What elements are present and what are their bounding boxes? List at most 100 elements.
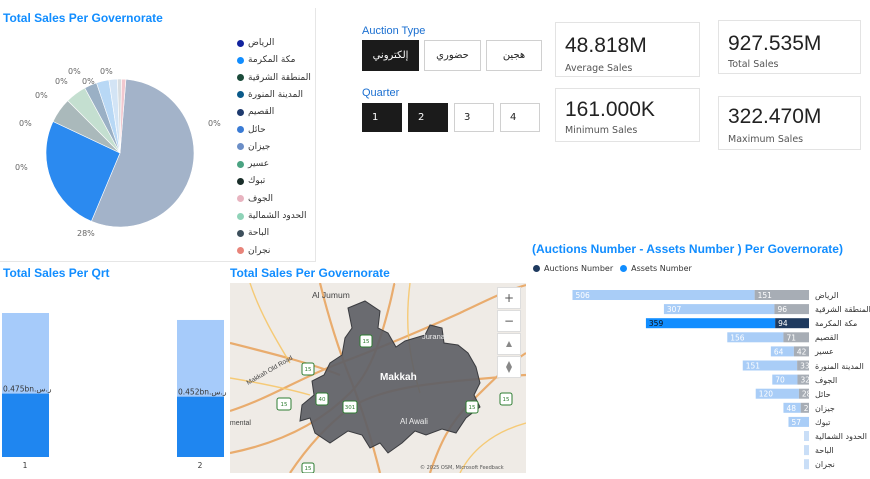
legend-dot-icon (237, 126, 244, 133)
auctions-bar-label: 96 (777, 305, 787, 314)
qrt-chart-title: Total Sales Per Qrt (3, 266, 110, 280)
pie-legend-item[interactable]: الرياض (237, 36, 274, 50)
bar-category-label: المنطقة الشرقية (815, 305, 870, 315)
bar-category-label: مكة المكرمة (815, 319, 858, 329)
map-title: Total Sales Per Governorate (230, 266, 390, 280)
pie-legend-label: الباحة (248, 228, 270, 239)
maximum-sales-label: Maximum Sales (728, 134, 804, 145)
pie-legend-item[interactable]: الباحة (237, 226, 269, 240)
quarter-option-3[interactable]: 3 (454, 103, 494, 132)
pie-legend-item[interactable]: مكة المكرمة (237, 53, 296, 67)
pie-legend-item[interactable]: نجران (237, 244, 270, 258)
pie-legend-label: الحدود الشمالية (248, 211, 307, 221)
map-panel[interactable]: 15 15 40 15 301 15 15 15 Al Jumum Makkah… (230, 283, 526, 473)
pie-legend-item[interactable]: الحدود الشمالية (237, 209, 307, 223)
auctions-bar-label: 23 (804, 404, 814, 413)
maximum-sales-card: 322.470M Maximum Sales (718, 96, 861, 150)
pie-pct-label: 0% (15, 163, 28, 172)
auctions-bar-label: 94 (778, 319, 788, 328)
tilt-icon[interactable] (497, 333, 521, 355)
pie-pct-label: 0% (19, 119, 32, 128)
pie-legend-label: الرياض (248, 38, 275, 48)
place-mental: nmental (230, 420, 251, 427)
auctions-bar-label: 28 (802, 390, 812, 399)
assets-bar-label: 57 (791, 418, 801, 427)
pie-legend-item[interactable]: عسير (237, 157, 269, 171)
assets-bar-label: 64 (774, 347, 784, 356)
qrt-bar-value-label: 0.452bn.ر.س (178, 388, 227, 397)
pie-legend-item[interactable]: تبوك (237, 174, 265, 188)
legend-dot-icon (237, 91, 244, 99)
pie-chart-panel: Total Sales Per Governorate 0% 0% 0% 0% 0% 0%… (0, 8, 316, 262)
pie-legend-item[interactable]: المنطقة الشرقية (237, 71, 311, 85)
pie-legend-label: عسير (248, 159, 270, 170)
place-old-road: Makkah Old Road (246, 354, 295, 386)
pie-legend-item[interactable]: جيزان (237, 140, 270, 154)
legend-dot-icon (237, 229, 244, 237)
quarter-option-2[interactable]: 2 (408, 103, 448, 132)
qrt-bar-value-label: 0.475bn.ر.س (3, 385, 52, 394)
pie-legend-label: القصيم (248, 107, 275, 118)
auctions-bar-label: 151 (758, 291, 773, 300)
qrt-bar-chart: 0.475bn.ر.س 1 0.452bn.ر.س 2 (2, 313, 227, 470)
bar-category-label: الحدود الشمالية (815, 432, 867, 441)
assets-bar[interactable] (572, 290, 755, 300)
quarter-option-4[interactable]: 4 (500, 103, 540, 132)
pie-legend-label: تبوك (248, 176, 266, 187)
empty-bar[interactable] (804, 445, 809, 456)
pie-legend-label: مكة المكرمة (248, 55, 296, 66)
minimum-sales-card: 161.000K Minimum Sales (555, 88, 700, 142)
pie-pct-label: 0% (82, 77, 95, 86)
pie-pct-label: 0% (208, 119, 221, 128)
bar-category-label: جيزان (815, 403, 835, 413)
bar-category-label: نجران (815, 460, 835, 470)
pie-pct-label: 28% (77, 229, 95, 238)
auctions-bar-label: 42 (797, 347, 807, 356)
assets-bar[interactable] (645, 318, 776, 329)
svg-text:15: 15 (305, 466, 312, 472)
place-makkah: Makkah (380, 372, 417, 383)
legend-dot-icon (237, 56, 244, 64)
quarter-option-1[interactable]: 1 (362, 103, 402, 132)
total-sales-value: 927.535M (728, 32, 822, 55)
assets-bar-label: 70 (775, 376, 785, 385)
auctions-bar-label: 33 (800, 362, 810, 371)
qrt-bar-lower[interactable] (2, 393, 49, 457)
map-canvas: 15 15 40 15 301 15 15 15 Al Jumum Makkah… (230, 283, 526, 473)
compass-icon[interactable] (497, 356, 521, 378)
auction-type-option-in-person[interactable]: حضوري (424, 40, 481, 71)
minimum-sales-value: 161.000K (565, 98, 655, 121)
auctions-bar-label: 32 (800, 376, 810, 385)
auctions-legend-dot (533, 265, 540, 272)
svg-text:40: 40 (319, 397, 326, 403)
zoom-in-button[interactable]: + (497, 287, 521, 309)
maximum-sales-value: 322.470M (728, 105, 822, 128)
total-sales-card: 927.535M Total Sales (718, 20, 861, 74)
legend-dot-icon (237, 160, 244, 168)
assets-bar-label: 48 (786, 404, 796, 413)
zoom-out-button[interactable]: − (497, 310, 521, 332)
empty-bar[interactable] (804, 431, 809, 441)
map-attribution: © 2025 OSM, Microsoft Feedback (420, 464, 504, 471)
legend-dot-icon (237, 143, 244, 151)
average-sales-card: 48.818M Average Sales (555, 22, 700, 77)
average-sales-label: Average Sales (565, 63, 633, 74)
auction-type-option-hybrid[interactable]: هجين (486, 40, 542, 71)
pie-legend-item[interactable]: المدينة المنورة (237, 88, 303, 102)
place-al-awali: Al Awali (400, 417, 428, 426)
legend-dot-icon (237, 108, 244, 116)
pie-legend-label: حائل (248, 124, 266, 135)
empty-bar[interactable] (804, 459, 809, 470)
assets-legend-label: Assets Number (631, 264, 692, 273)
bar-category-label: تبوك (815, 417, 831, 427)
auction-type-option-electronic[interactable]: إلكتروني (362, 40, 419, 71)
auctions-bar-label: 71 (786, 333, 796, 342)
pie-legend-label: المنطقة الشرقية (248, 72, 311, 83)
legend-dot-icon (237, 212, 244, 220)
average-sales-value: 48.818M (565, 34, 647, 57)
pie-legend-item[interactable]: حائل (237, 123, 266, 137)
assets-bar-label: 307 (667, 305, 682, 314)
pie-legend-item[interactable]: القصيم (237, 105, 274, 119)
pie-legend-item[interactable]: الجوف (237, 192, 273, 206)
qrt-bar-lower[interactable] (177, 396, 224, 457)
